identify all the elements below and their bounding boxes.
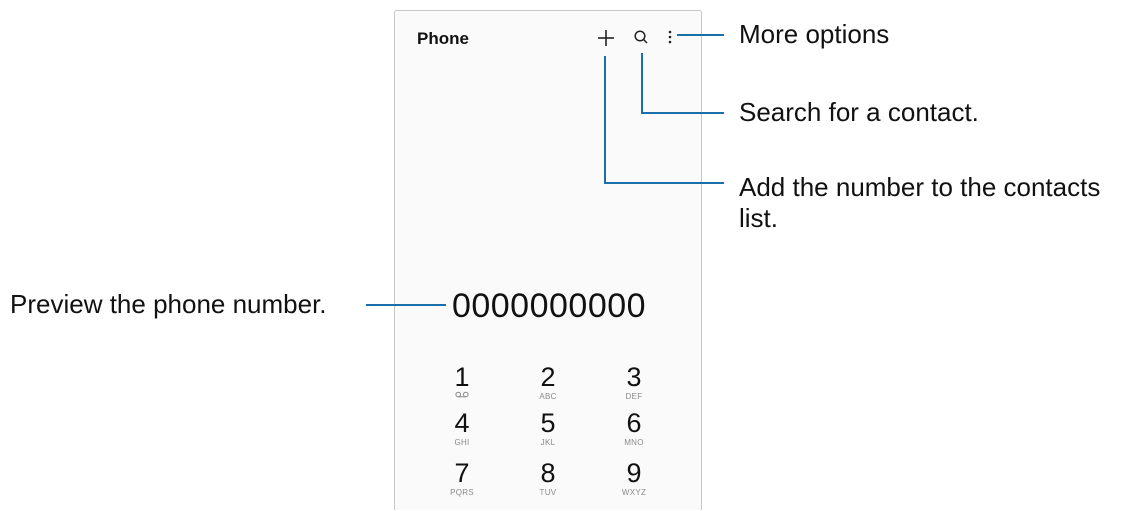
search-leader <box>641 53 724 114</box>
callout-more-options: More options <box>739 19 890 49</box>
callout-add-line2: list. <box>739 203 778 233</box>
add-leader <box>604 56 724 184</box>
callout-leader-lines <box>366 34 724 306</box>
callout-add-line1: Add the number to the contacts <box>739 172 1101 202</box>
callout-preview: Preview the phone number. <box>10 289 327 319</box>
callout-search: Search for a contact. <box>739 97 979 127</box>
